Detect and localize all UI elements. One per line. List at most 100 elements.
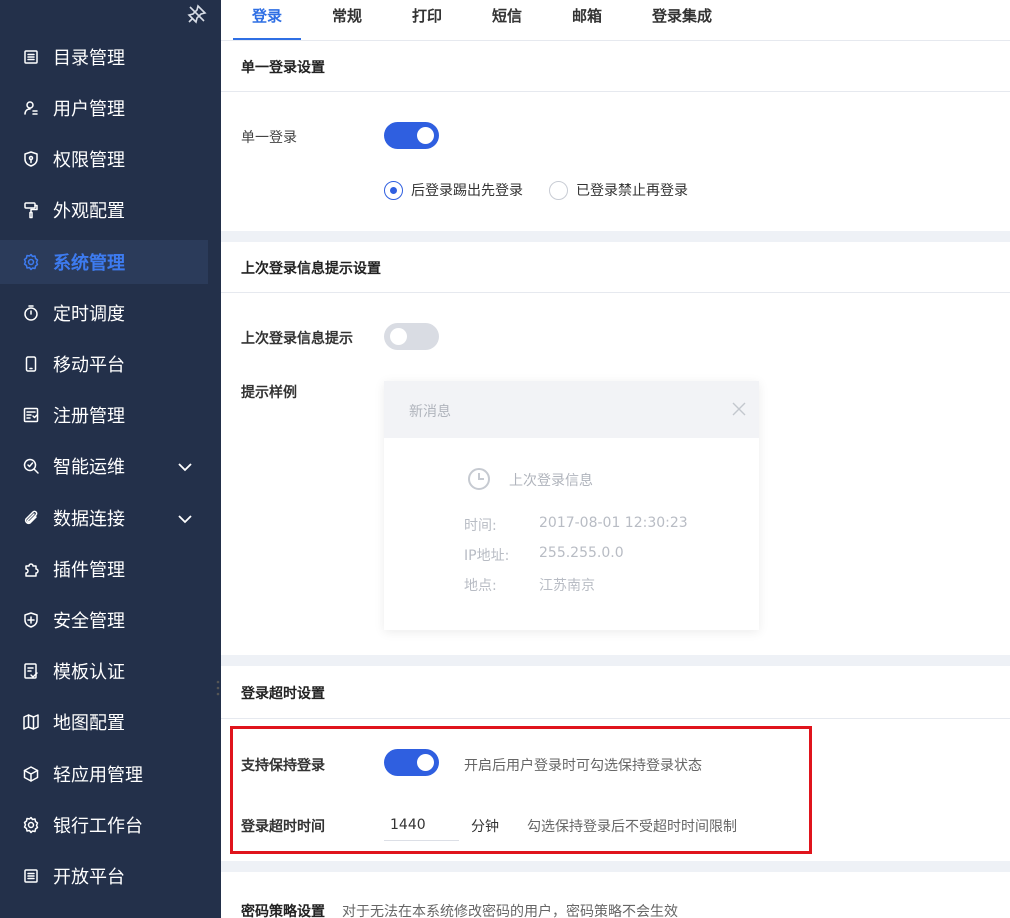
notification-header: 新消息 <box>384 381 759 438</box>
radio-label: 后登录踢出先登录 <box>411 183 523 199</box>
sidebar-item-label: 注册管理 <box>53 406 125 427</box>
sidebar-item-label: 外观配置 <box>53 201 125 222</box>
sidebar-item-label: 插件管理 <box>53 560 125 581</box>
sidebar-item[interactable]: 定时调度 <box>0 291 208 335</box>
sidebar-item-label: 权限管理 <box>53 150 125 171</box>
settings-main: 登录 常规 打印 短信 邮箱 登录集成 单一登录设置 单一登录 后登录踢出先登录… <box>221 0 1010 918</box>
sidebar-item-label: 开放平台 <box>53 867 125 888</box>
sample-label: 提示样例 <box>241 385 297 401</box>
notification-sample: 新消息 上次登录信息 时间: 2017-08-01 12:30:23 IP地址:… <box>384 381 759 630</box>
paint-roller-icon <box>22 201 40 219</box>
gear-icon <box>22 253 40 271</box>
single-login-switch[interactable] <box>384 122 439 149</box>
radio-kick-previous[interactable]: 后登录踢出先登录 <box>384 180 523 200</box>
radio-label: 已登录禁止再登录 <box>576 183 688 199</box>
notification-subtitle: 上次登录信息 <box>509 473 593 489</box>
timeout-label: 登录超时时间 <box>241 819 325 835</box>
section-title: 上次登录信息提示设置 <box>241 261 381 277</box>
tab-general[interactable]: 常规 <box>332 0 362 41</box>
chevron-down-icon[interactable] <box>176 458 194 476</box>
radio-forbid-relogin[interactable]: 已登录禁止再登录 <box>549 180 688 200</box>
divider <box>221 718 1010 719</box>
drag-handle-icon[interactable] <box>215 679 221 697</box>
paperclip-icon <box>22 509 40 527</box>
template-check-icon <box>22 662 40 680</box>
place-value: 江苏南京 <box>539 578 595 594</box>
user-icon <box>22 99 40 117</box>
sidebar-item[interactable]: 智能运维 <box>0 444 208 488</box>
last-login-switch[interactable] <box>384 323 439 350</box>
sidebar-item[interactable]: 外观配置 <box>0 188 208 232</box>
sidebar: 目录管理用户管理权限管理外观配置系统管理定时调度移动平台注册管理智能运维数据连接… <box>0 0 221 918</box>
shield-lock-icon <box>22 150 40 168</box>
sidebar-item-label: 模板认证 <box>53 662 125 683</box>
password-hint: 对于无法在本系统修改密码的用户，密码策略不会生效 <box>342 904 678 918</box>
timeout-hint: 勾选保持登录后不受超时时间限制 <box>527 819 737 835</box>
section-title: 单一登录设置 <box>241 60 325 76</box>
mobile-icon <box>22 355 40 373</box>
password-card: 密码策略设置 对于无法在本系统修改密码的用户，密码策略不会生效 <box>221 872 1010 918</box>
divider <box>221 91 1010 92</box>
last-login-label: 上次登录信息提示 <box>241 331 353 347</box>
keep-login-hint: 开启后用户登录时可勾选保持登录状态 <box>464 758 702 774</box>
tab-login[interactable]: 登录 <box>252 0 282 41</box>
list-icon <box>22 48 40 66</box>
sidebar-item[interactable]: 插件管理 <box>0 547 208 591</box>
sidebar-item[interactable]: 地图配置 <box>0 700 208 744</box>
single-login-label: 单一登录 <box>241 130 297 146</box>
ip-key: IP地址: <box>464 548 510 564</box>
section-title: 密码策略设置 <box>241 904 325 918</box>
timeout-minutes-input[interactable] <box>384 809 459 841</box>
ip-value: 255.255.0.0 <box>539 545 624 561</box>
tab-print[interactable]: 打印 <box>412 0 442 41</box>
place-key: 地点: <box>464 578 497 594</box>
cube-icon <box>22 765 40 783</box>
sidebar-item[interactable]: 数据连接 <box>0 496 208 540</box>
register-icon <box>22 406 40 424</box>
sidebar-item-label: 目录管理 <box>53 48 125 69</box>
section-title: 登录超时设置 <box>241 686 325 702</box>
ops-search-icon <box>22 457 40 475</box>
sidebar-item[interactable]: 模板认证 <box>0 649 208 693</box>
sidebar-item[interactable]: 系统管理 <box>0 240 208 284</box>
close-icon <box>732 402 746 416</box>
sidebar-item[interactable]: 目录管理 <box>0 35 208 79</box>
clock-icon <box>468 468 490 490</box>
list-icon <box>22 867 40 885</box>
sidebar-item[interactable]: 轻应用管理 <box>0 752 208 796</box>
sidebar-item-label: 移动平台 <box>53 355 125 376</box>
active-tab-indicator <box>233 38 301 40</box>
tab-mailbox[interactable]: 邮箱 <box>572 0 602 41</box>
sidebar-item[interactable]: 移动平台 <box>0 342 208 386</box>
sidebar-item-label: 定时调度 <box>53 304 125 325</box>
divider <box>221 292 1010 293</box>
sidebar-item-label: 轻应用管理 <box>53 765 143 786</box>
stopwatch-icon <box>22 304 40 322</box>
puzzle-icon <box>22 560 40 578</box>
tab-sms[interactable]: 短信 <box>492 0 522 41</box>
sidebar-item[interactable]: 用户管理 <box>0 86 208 130</box>
sidebar-item-label: 用户管理 <box>53 99 125 120</box>
timeout-unit: 分钟 <box>471 819 499 835</box>
keep-login-switch[interactable] <box>384 749 439 776</box>
sidebar-item-label: 安全管理 <box>53 611 125 632</box>
sidebar-item-label: 智能运维 <box>53 457 125 478</box>
chevron-down-icon[interactable] <box>176 510 194 528</box>
notification-title: 新消息 <box>409 404 451 420</box>
sidebar-item[interactable]: 开放平台 <box>0 854 208 898</box>
sidebar-item[interactable]: 权限管理 <box>0 137 208 181</box>
sidebar-item-label: 地图配置 <box>53 713 125 734</box>
map-icon <box>22 713 40 731</box>
sidebar-item[interactable]: 银行工作台 <box>0 803 208 847</box>
sidebar-item-label: 系统管理 <box>53 253 125 274</box>
unpin-icon[interactable] <box>186 3 208 25</box>
tab-bar: 登录 常规 打印 短信 邮箱 登录集成 <box>221 0 1010 41</box>
sidebar-item[interactable]: 注册管理 <box>0 393 208 437</box>
time-key: 时间: <box>464 518 497 534</box>
sidebar-item-label: 银行工作台 <box>53 816 143 837</box>
gear-icon <box>22 816 40 834</box>
sidebar-item[interactable]: 安全管理 <box>0 598 208 642</box>
shield-plus-icon <box>22 611 40 629</box>
single-login-card: 单一登录设置 <box>221 41 1010 231</box>
tab-login-integration[interactable]: 登录集成 <box>652 0 712 41</box>
